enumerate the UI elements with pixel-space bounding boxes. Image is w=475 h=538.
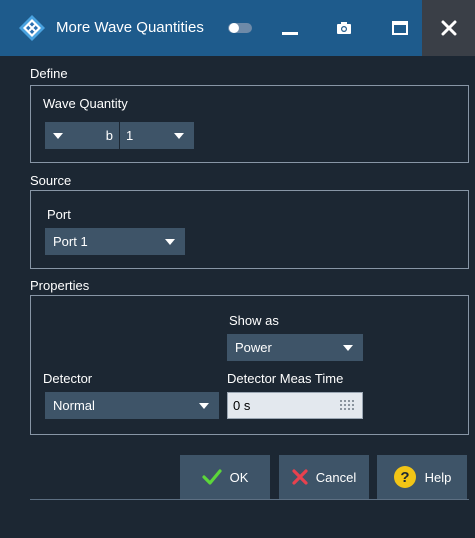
close-icon bbox=[441, 20, 456, 36]
minimize-icon bbox=[282, 32, 298, 35]
keypad-icon[interactable] bbox=[340, 399, 354, 412]
properties-section-label: Properties bbox=[30, 278, 90, 293]
help-button[interactable]: ? Help bbox=[377, 455, 467, 499]
camera-icon bbox=[337, 22, 351, 34]
screenshot-button[interactable] bbox=[322, 0, 366, 56]
maximize-icon bbox=[392, 21, 408, 35]
rohde-schwarz-logo bbox=[19, 15, 45, 41]
svg-text:?: ? bbox=[400, 469, 409, 486]
port-label: Port bbox=[47, 207, 71, 222]
detector-value: Normal bbox=[53, 398, 95, 413]
define-group: Wave Quantity b 1 bbox=[30, 85, 469, 163]
cancel-label: Cancel bbox=[315, 469, 357, 485]
wave-quantity-label: Wave Quantity bbox=[43, 96, 128, 111]
ok-button[interactable]: OK bbox=[180, 455, 270, 499]
toggle-switch[interactable] bbox=[222, 0, 258, 56]
check-icon bbox=[201, 469, 222, 485]
help-label: Help bbox=[424, 469, 452, 485]
detector-dropdown[interactable]: Normal bbox=[45, 392, 219, 419]
chevron-down-icon bbox=[199, 402, 209, 409]
window-title: More Wave Quantities bbox=[56, 19, 204, 36]
detector-label: Detector bbox=[43, 371, 93, 386]
port-value: Port 1 bbox=[53, 234, 88, 249]
wave-index-dropdown[interactable]: 1 bbox=[120, 122, 194, 149]
wave-quantity-value: b bbox=[105, 128, 113, 143]
meas-time-value: 0 s bbox=[233, 398, 251, 413]
wave-index-value: 1 bbox=[126, 128, 134, 143]
help-icon: ? bbox=[393, 466, 416, 488]
show-as-value: Power bbox=[235, 340, 272, 355]
meas-time-label: Detector Meas Time bbox=[227, 371, 344, 386]
minimize-button[interactable] bbox=[268, 0, 312, 56]
maximize-button[interactable] bbox=[378, 0, 422, 56]
cancel-x-icon bbox=[292, 469, 308, 485]
ok-label: OK bbox=[229, 469, 249, 485]
source-section-label: Source bbox=[30, 173, 72, 188]
chevron-down-icon bbox=[174, 132, 184, 139]
title-bar: More Wave Quantities bbox=[0, 0, 475, 56]
chevron-down-icon bbox=[53, 132, 63, 139]
show-as-dropdown[interactable]: Power bbox=[227, 334, 363, 361]
toggle-icon bbox=[228, 23, 252, 33]
define-section-label: Define bbox=[30, 66, 68, 81]
close-button[interactable] bbox=[422, 0, 475, 56]
port-dropdown[interactable]: Port 1 bbox=[45, 228, 185, 255]
meas-time-field[interactable]: 0 s bbox=[227, 392, 363, 419]
wave-quantity-dropdown[interactable]: b bbox=[45, 122, 119, 149]
show-as-label: Show as bbox=[229, 313, 279, 328]
cancel-button[interactable]: Cancel bbox=[279, 455, 369, 499]
properties-group: Show as Power Detector Normal Detector M… bbox=[30, 295, 469, 435]
source-group: Port Port 1 bbox=[30, 190, 469, 269]
chevron-down-icon bbox=[165, 238, 175, 245]
footer-divider bbox=[30, 499, 469, 500]
chevron-down-icon bbox=[343, 344, 353, 351]
